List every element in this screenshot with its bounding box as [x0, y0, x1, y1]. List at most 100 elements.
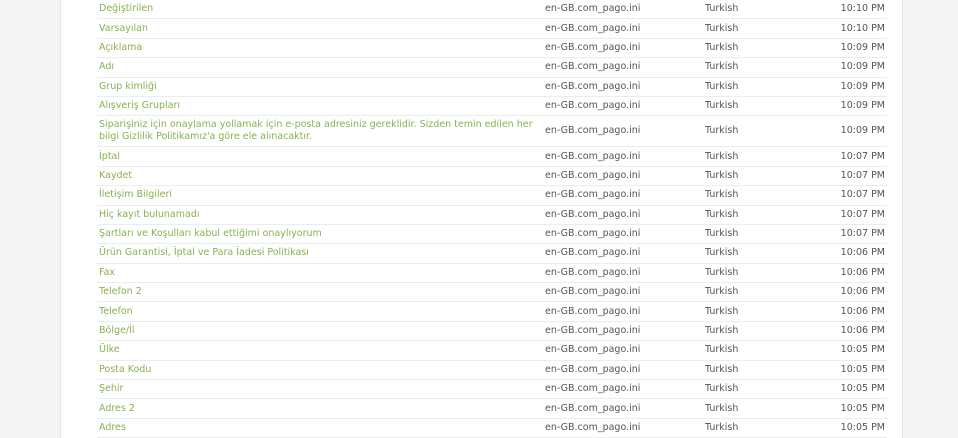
file-cell: en-GB.com_pago.ini	[543, 263, 703, 284]
time-cell: 10:09 PM	[819, 115, 887, 148]
file-cell: en-GB.com_pago.ini	[543, 146, 703, 167]
translation-string-link[interactable]: Açıklama	[99, 42, 142, 53]
language-cell: Turkish	[703, 340, 819, 361]
translations-table-body: Değiştirilen en-GB.com_pago.ini Turkish 10:…	[97, 0, 887, 438]
table-row: Ülke en-GB.com_pago.ini Turkish 10:05 PM	[97, 340, 887, 361]
translation-string-link[interactable]: Fax	[99, 267, 115, 278]
translation-string-link[interactable]: Varsayılan	[99, 23, 148, 34]
time-cell: 10:07 PM	[819, 205, 887, 225]
translation-string-link[interactable]: Adres	[99, 422, 126, 433]
file-cell: en-GB.com_pago.ini	[543, 379, 703, 400]
time-cell: 10:06 PM	[819, 243, 887, 264]
string-cell: Adres 2	[97, 398, 543, 419]
string-cell: Adı	[97, 57, 543, 78]
language-cell: Turkish	[703, 185, 819, 206]
file-cell: en-GB.com_pago.ini	[543, 115, 703, 148]
translation-string-link[interactable]: Ürün Garantisi, İptal ve Para İadesi Pol…	[99, 247, 309, 258]
time-cell: 10:05 PM	[819, 398, 887, 419]
translation-string-link[interactable]: Şartları ve Koşulları kabul ettiğimi ona…	[99, 228, 322, 239]
translation-string-link[interactable]: Şehir	[99, 383, 123, 394]
translation-string-link[interactable]: Siparişiniz için onaylama yollamak için …	[99, 119, 532, 142]
file-cell: en-GB.com_pago.ini	[543, 224, 703, 245]
table-row: Siparişiniz için onaylama yollamak için …	[97, 115, 887, 148]
language-cell: Turkish	[703, 146, 819, 167]
time-cell: 10:10 PM	[819, 0, 887, 20]
table-row: Posta Kodu en-GB.com_pago.ini Turkish 10:05…	[97, 360, 887, 381]
time-cell: 10:09 PM	[819, 38, 887, 59]
time-cell: 10:07 PM	[819, 166, 887, 187]
table-row: Hiç kayıt bulunamadı en-GB.com_pago.ini Tu…	[97, 205, 887, 225]
time-cell: 10:06 PM	[819, 282, 887, 303]
table-row: Açıklama en-GB.com_pago.ini Turkish 10:09 P…	[97, 38, 887, 59]
table-row: Adı en-GB.com_pago.ini Turkish 10:09 PM	[97, 57, 887, 78]
language-cell: Turkish	[703, 57, 819, 78]
language-cell: Turkish	[703, 379, 819, 400]
file-cell: en-GB.com_pago.ini	[543, 360, 703, 381]
file-cell: en-GB.com_pago.ini	[543, 57, 703, 78]
string-cell: İptal	[97, 146, 543, 167]
language-cell: Turkish	[703, 115, 819, 148]
string-cell: Telefon 2	[97, 282, 543, 303]
recent-translations-table: Değiştirilen en-GB.com_pago.ini Turkish 10:…	[97, 0, 887, 438]
language-cell: Turkish	[703, 166, 819, 187]
string-cell: Alışveriş Grupları	[97, 96, 543, 117]
file-cell: en-GB.com_pago.ini	[543, 96, 703, 117]
table-row: Kaydet en-GB.com_pago.ini Turkish 10:07 PM	[97, 166, 887, 187]
language-cell: Turkish	[703, 224, 819, 245]
time-cell: 10:06 PM	[819, 263, 887, 284]
table-row: Değiştirilen en-GB.com_pago.ini Turkish 10:…	[97, 0, 887, 20]
language-cell: Turkish	[703, 38, 819, 59]
translation-string-link[interactable]: Telefon	[99, 306, 133, 317]
translation-string-link[interactable]: İletişim Bilgileri	[99, 189, 172, 200]
language-cell: Turkish	[703, 243, 819, 264]
table-row: Telefon en-GB.com_pago.ini Turkish 10:06 PM	[97, 301, 887, 322]
file-cell: en-GB.com_pago.ini	[543, 77, 703, 97]
translation-string-link[interactable]: Bölge/İl	[99, 325, 135, 336]
time-cell: 10:06 PM	[819, 321, 887, 342]
table-row: Şartları ve Koşulları kabul ettiğimi ona…	[97, 224, 887, 245]
table-row: İptal en-GB.com_pago.ini Turkish 10:07 PM	[97, 146, 887, 167]
file-cell: en-GB.com_pago.ini	[543, 18, 703, 39]
string-cell: Adres	[97, 418, 543, 438]
translation-string-link[interactable]: Grup kimliği	[99, 81, 157, 92]
string-cell: Telefon	[97, 301, 543, 322]
string-cell: Siparişiniz için onaylama yollamak için …	[97, 115, 543, 148]
language-cell: Turkish	[703, 398, 819, 419]
language-cell: Turkish	[703, 282, 819, 303]
table-row: Adres 2 en-GB.com_pago.ini Turkish 10:05 PM	[97, 398, 887, 419]
string-cell: Fax	[97, 263, 543, 284]
file-cell: en-GB.com_pago.ini	[543, 0, 703, 20]
translation-string-link[interactable]: Kaydet	[99, 170, 132, 181]
translation-string-link[interactable]: Adres 2	[99, 403, 135, 414]
file-cell: en-GB.com_pago.ini	[543, 398, 703, 419]
translation-string-link[interactable]: Ülke	[99, 344, 120, 355]
language-cell: Turkish	[703, 418, 819, 438]
string-cell: Hiç kayıt bulunamadı	[97, 205, 543, 225]
translation-string-link[interactable]: İptal	[99, 151, 120, 162]
string-cell: Grup kimliği	[97, 77, 543, 97]
language-cell: Turkish	[703, 263, 819, 284]
translation-string-link[interactable]: Posta Kodu	[99, 364, 151, 375]
translation-string-link[interactable]: Hiç kayıt bulunamadı	[99, 209, 200, 220]
file-cell: en-GB.com_pago.ini	[543, 166, 703, 187]
table-row: Ürün Garantisi, İptal ve Para İadesi Pol…	[97, 243, 887, 264]
time-cell: 10:05 PM	[819, 360, 887, 381]
time-cell: 10:09 PM	[819, 96, 887, 117]
table-row: Adres en-GB.com_pago.ini Turkish 10:05 PM	[97, 418, 887, 438]
language-cell: Turkish	[703, 18, 819, 39]
string-cell: Ürün Garantisi, İptal ve Para İadesi Pol…	[97, 243, 543, 264]
translation-string-link[interactable]: Alışveriş Grupları	[99, 100, 180, 111]
table-row: Grup kimliği en-GB.com_pago.ini Turkish 10:…	[97, 77, 887, 97]
table-row: Fax en-GB.com_pago.ini Turkish 10:06 PM	[97, 263, 887, 284]
translation-string-link[interactable]: Değiştirilen	[99, 3, 153, 14]
time-cell: 10:05 PM	[819, 418, 887, 438]
language-cell: Turkish	[703, 301, 819, 322]
translation-string-link[interactable]: Adı	[99, 61, 114, 72]
time-cell: 10:09 PM	[819, 77, 887, 97]
table-row: Telefon 2 en-GB.com_pago.ini Turkish 10:06 …	[97, 282, 887, 303]
file-cell: en-GB.com_pago.ini	[543, 243, 703, 264]
translation-string-link[interactable]: Telefon 2	[99, 286, 142, 297]
language-cell: Turkish	[703, 321, 819, 342]
string-cell: Değiştirilen	[97, 0, 543, 20]
time-cell: 10:10 PM	[819, 18, 887, 39]
